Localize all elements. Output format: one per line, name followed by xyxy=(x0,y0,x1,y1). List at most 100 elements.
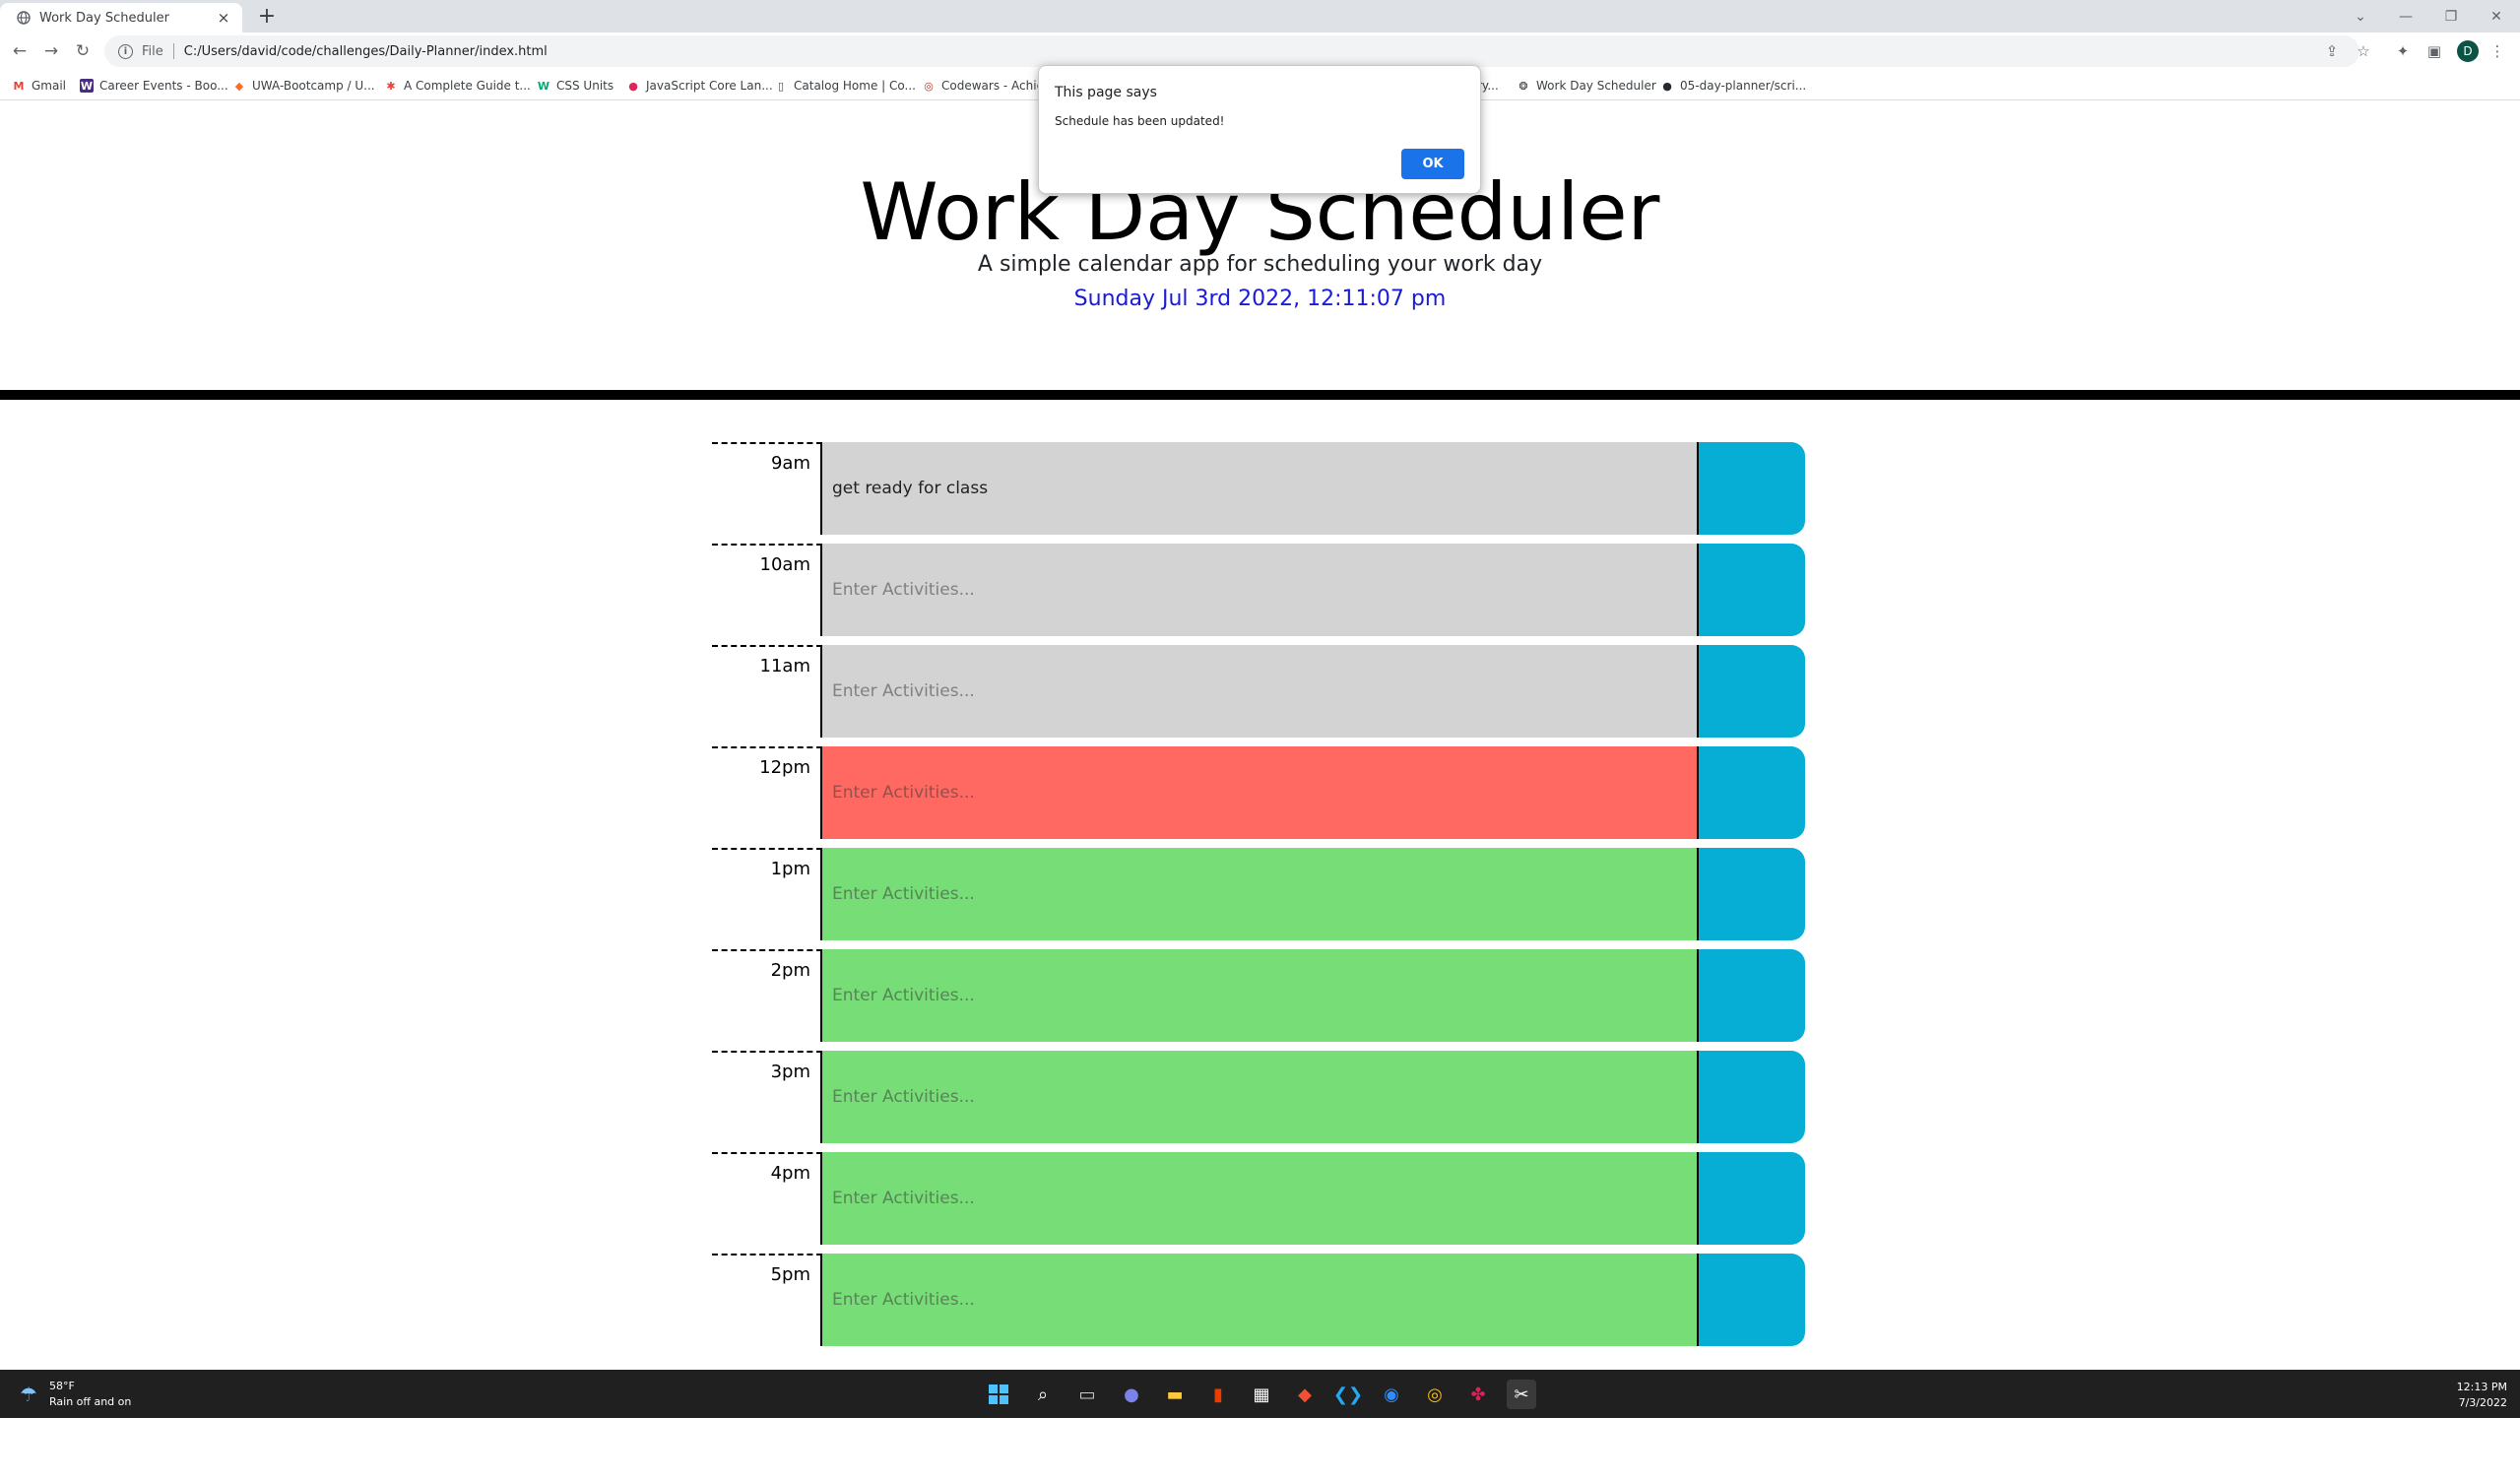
dialog-message: Schedule has been updated! xyxy=(1055,114,1225,128)
side-panel-icon[interactable]: ▣ xyxy=(2424,41,2444,61)
address-bar[interactable]: i File C:/Users/david/code/challenges/Da… xyxy=(104,35,2359,67)
git-icon[interactable]: ◆ xyxy=(1290,1380,1320,1409)
system-clock[interactable]: 12:13 PM 7/3/2022 xyxy=(2442,1380,2507,1411)
description-placeholder: Enter Activities... xyxy=(832,681,975,701)
description-textarea[interactable]: Enter Activities... xyxy=(822,1152,1697,1245)
extensions-icon[interactable]: ✦ xyxy=(2393,41,2413,61)
save-button[interactable] xyxy=(1697,848,1805,940)
zoom-icon[interactable]: ◉ xyxy=(1377,1380,1406,1409)
save-button[interactable] xyxy=(1697,544,1805,636)
chrome-icon[interactable]: ◎ xyxy=(1420,1380,1450,1409)
ok-button[interactable]: OK xyxy=(1401,149,1464,179)
bookmark-label: Gmail xyxy=(32,79,67,93)
bookmark-item[interactable]: ● 05-day-planner/scri... xyxy=(1660,77,1806,95)
bookmark-item[interactable]: ❂ Work Day Scheduler xyxy=(1517,77,1655,95)
back-icon[interactable]: ← xyxy=(8,39,32,63)
task-view-icon[interactable]: ▭ xyxy=(1072,1380,1102,1409)
save-button[interactable] xyxy=(1697,949,1805,1042)
hour-label: 12pm xyxy=(712,746,822,839)
forward-icon[interactable]: → xyxy=(39,39,63,63)
browser-tab[interactable]: Work Day Scheduler × xyxy=(0,3,242,32)
js-core-icon: ● xyxy=(628,79,638,93)
weather-widget[interactable]: ☂ 58°F Rain off and on xyxy=(16,1379,131,1410)
hour-label: 4pm xyxy=(712,1152,822,1245)
header-divider xyxy=(0,390,2520,400)
share-icon[interactable]: ⇪ xyxy=(2322,41,2342,61)
hour-label: 5pm xyxy=(712,1254,822,1346)
browser-tab-strip: Work Day Scheduler × + ⌄ — ❐ ✕ xyxy=(0,0,2520,32)
description-placeholder: Enter Activities... xyxy=(832,1189,975,1208)
profile-avatar[interactable]: D xyxy=(2457,40,2479,62)
bookmark-item[interactable]: M Gmail xyxy=(12,77,67,95)
description-textarea[interactable]: Enter Activities... xyxy=(822,1051,1697,1143)
menu-icon[interactable]: ⋮ xyxy=(2488,41,2507,61)
new-tab-button[interactable]: + xyxy=(254,4,280,30)
save-button[interactable] xyxy=(1697,645,1805,738)
bookmark-item[interactable]: ▯ Catalog Home | Co... xyxy=(774,77,916,95)
slack-icon[interactable]: ✤ xyxy=(1463,1380,1493,1409)
globe-icon xyxy=(16,11,31,26)
office-icon[interactable]: ▮ xyxy=(1203,1380,1233,1409)
rain-icon: ☂ xyxy=(20,1383,37,1406)
description-placeholder: Enter Activities... xyxy=(832,1087,975,1107)
bookmark-label: Catalog Home | Co... xyxy=(794,79,916,93)
time-block: 10am Enter Activities... xyxy=(712,544,1805,636)
bookmark-item[interactable]: W Career Events - Boo... xyxy=(80,77,228,95)
search-icon[interactable]: ⌕ xyxy=(1028,1380,1058,1409)
description-placeholder: Enter Activities... xyxy=(832,884,975,904)
reload-icon[interactable]: ↻ xyxy=(71,39,95,63)
bookmark-item[interactable]: ✱ A Complete Guide t... xyxy=(384,77,530,95)
description-textarea[interactable]: Enter Activities... xyxy=(822,544,1697,636)
description-textarea[interactable]: Enter Activities... xyxy=(822,848,1697,940)
teams-chat-icon[interactable]: ● xyxy=(1117,1380,1146,1409)
time-block: 5pm Enter Activities... xyxy=(712,1254,1805,1346)
save-button[interactable] xyxy=(1697,1152,1805,1245)
screen-bottom-margin xyxy=(0,1418,2520,1481)
description-textarea[interactable]: Enter Activities... xyxy=(822,1254,1697,1346)
bookmark-star-icon[interactable]: ☆ xyxy=(2354,41,2373,61)
url-separator xyxy=(172,43,174,59)
bookmark-item[interactable]: W CSS Units xyxy=(537,77,614,95)
restore-icon[interactable]: ❐ xyxy=(2428,0,2474,32)
save-button[interactable] xyxy=(1697,746,1805,839)
tab-search-icon[interactable]: ⌄ xyxy=(2338,0,2383,32)
description-textarea[interactable]: get ready for class xyxy=(822,442,1697,535)
tab-close-icon[interactable]: × xyxy=(215,9,232,27)
description-textarea[interactable]: Enter Activities... xyxy=(822,949,1697,1042)
bookmark-item[interactable]: ◆ UWA-Bootcamp / U... xyxy=(232,77,375,95)
uw-icon: W xyxy=(80,79,94,93)
site-info-icon[interactable]: i xyxy=(118,43,133,59)
url-text[interactable]: C:/Users/david/code/challenges/Daily-Pla… xyxy=(184,44,548,59)
weather-temp: 58°F xyxy=(49,1380,75,1392)
file-explorer-icon[interactable]: ▬ xyxy=(1160,1380,1190,1409)
bookmark-item[interactable]: ◎ Codewars - Achie xyxy=(922,77,1044,95)
description-textarea[interactable]: Enter Activities... xyxy=(822,645,1697,738)
hour-label: 3pm xyxy=(712,1051,822,1143)
taskbar: ☂ 58°F Rain off and on ⌕ ▭ ● ▬ ▮ ▦ ◆ ❮❯ … xyxy=(0,1370,2520,1418)
time-block: 2pm Enter Activities... xyxy=(712,949,1805,1042)
hour-label: 1pm xyxy=(712,848,822,940)
description-placeholder: Enter Activities... xyxy=(832,783,975,803)
start-icon[interactable] xyxy=(984,1380,1013,1409)
gitlab-icon: ◆ xyxy=(234,79,244,93)
bookmark-label: JavaScript Core Lan... xyxy=(646,79,773,93)
alert-dialog: This page says Schedule has been updated… xyxy=(1038,65,1481,194)
store-icon[interactable]: ▦ xyxy=(1247,1380,1276,1409)
window-close-icon[interactable]: ✕ xyxy=(2474,0,2519,32)
save-button[interactable] xyxy=(1697,1051,1805,1143)
save-button[interactable] xyxy=(1697,1254,1805,1346)
hour-label: 2pm xyxy=(712,949,822,1042)
time-block: 4pm Enter Activities... xyxy=(712,1152,1805,1245)
description-text: get ready for class xyxy=(832,479,989,498)
description-textarea[interactable]: Enter Activities... xyxy=(822,746,1697,839)
save-button[interactable] xyxy=(1697,442,1805,535)
hour-label: 11am xyxy=(712,645,822,738)
time-block: 11am Enter Activities... xyxy=(712,645,1805,738)
snipping-tool-icon[interactable]: ✂ xyxy=(1507,1380,1536,1409)
bookmark-label: Codewars - Achie xyxy=(941,79,1044,93)
time-block: 12pm Enter Activities... xyxy=(712,746,1805,839)
bookmark-item[interactable]: ● JavaScript Core Lan... xyxy=(626,77,773,95)
tab-title: Work Day Scheduler xyxy=(39,10,169,26)
minimize-icon[interactable]: — xyxy=(2383,0,2428,32)
vscode-icon[interactable]: ❮❯ xyxy=(1333,1380,1363,1409)
